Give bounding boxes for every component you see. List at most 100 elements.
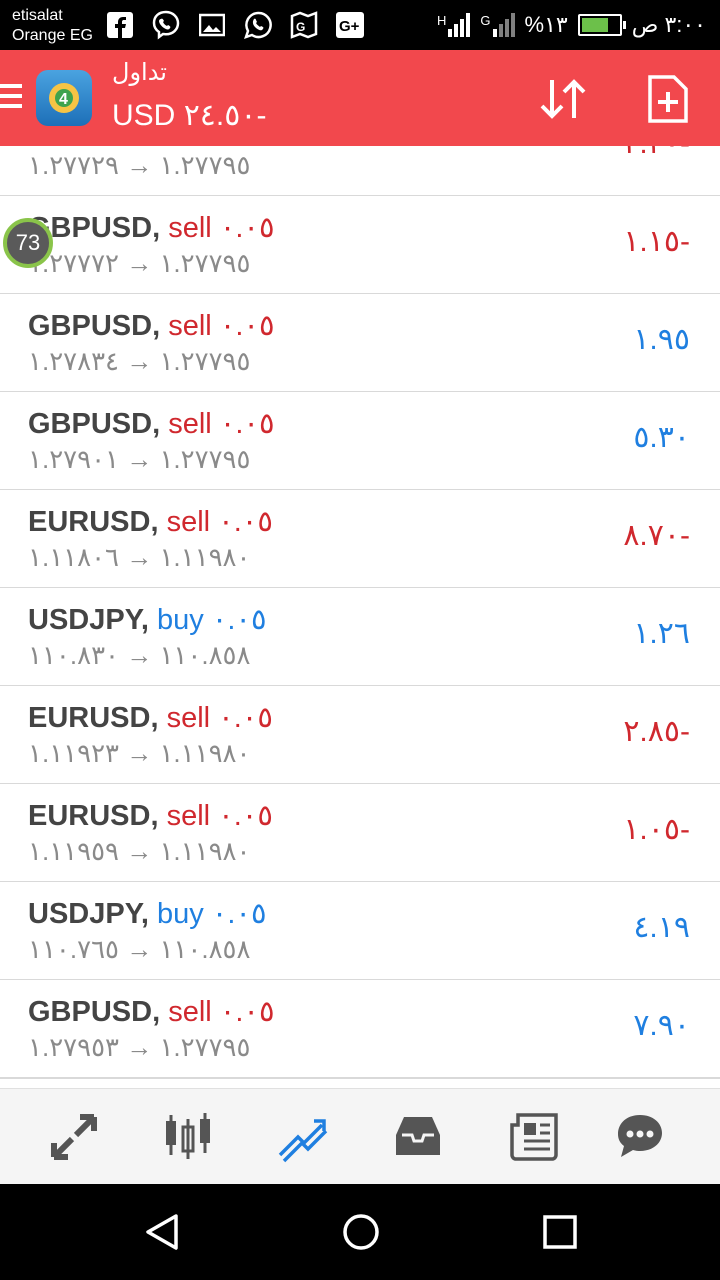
- trade-row[interactable]: EURUSD, sell ٠.٠٥ ١.١١٩٨٠ → ١.١١٩٥٩ ١.٠٥-: [0, 784, 720, 883]
- network-h-label: H: [437, 13, 447, 28]
- quotes-icon[interactable]: [46, 1109, 102, 1165]
- trade-profit: ١.٠٥-: [623, 813, 690, 846]
- trade-side: sell: [166, 800, 211, 832]
- trade-side: buy: [156, 898, 204, 930]
- page-title: تداول: [112, 59, 167, 86]
- trade-symbol: GBPUSD,: [28, 310, 161, 342]
- trade-volume: ٠.٠٥: [218, 702, 273, 734]
- home-icon[interactable]: [339, 1210, 383, 1254]
- google-plus-icon: G+: [334, 9, 366, 41]
- trade-symbol: EURUSD,: [28, 506, 159, 538]
- trade-row[interactable]: GBPUSD, sell ٠.٠٥ ١.٢٧٧٩٥ → ١.٢٧٩٠١ ٥.٣٠: [0, 392, 720, 491]
- maps-icon: G: [288, 9, 320, 41]
- trade-prices: ١١٠.٨٥٨ → ١١٠.٧٦٥: [28, 934, 251, 964]
- notification-icons: G G+: [104, 8, 366, 42]
- trade-profit: ٣.٣٠-: [623, 146, 690, 161]
- app-logo[interactable]: 4: [36, 70, 92, 126]
- recents-icon[interactable]: [538, 1210, 582, 1254]
- trade-profit: ٨.٧٠-: [623, 519, 690, 552]
- trade-prices: ١.٢٧٧٩٥ → ١.٢٧٧٧٢: [28, 248, 251, 278]
- trade-symbol-line: GBPUSD, sell ٠.٠٥: [28, 308, 275, 343]
- trade-symbol: EURUSD,: [28, 800, 159, 832]
- trade-side: sell: [168, 408, 212, 440]
- news-icon[interactable]: [506, 1109, 562, 1165]
- trade-symbol-line: USDJPY, buy ٠.٠٥: [28, 602, 267, 637]
- trade-volume: ٠.٠٥: [219, 996, 275, 1028]
- trade-prices: ١.١١٩٨٠ → ١.١١٨٠٦: [28, 542, 251, 572]
- trade-volume: ٠.٠٥: [218, 800, 273, 832]
- signal-g-icon: G: [480, 13, 515, 37]
- carrier-label: etisalat Orange EG: [12, 6, 93, 46]
- floating-badge[interactable]: 73: [3, 218, 53, 268]
- trade-side: sell: [168, 212, 212, 244]
- facebook-icon: [104, 9, 136, 41]
- trade-volume: ٠.٠٥: [219, 212, 275, 244]
- trade-profit: ٧.٩٠: [633, 1009, 690, 1042]
- trade-row[interactable]: GBPUSD, sell ٠.٠٥ ١.٢٧٧٩٥ → ١.٢٧٧٢٩ ٣.٣٠-: [0, 146, 720, 197]
- trade-profit: ١.٩٥: [633, 323, 690, 356]
- status-right: H G %١٣ ٣:٠٠ ص: [437, 8, 706, 42]
- trade-row[interactable]: GBPUSD, sell ٠.٠٥ ١.٢٧٧٩٥ → ١.٢٧٧٧٢ ١.١٥-: [0, 196, 720, 295]
- svg-text:G: G: [296, 20, 305, 34]
- trade-row[interactable]: USDJPY, buy ٠.٠٥ ١١٠.٨٥٨ → ١١٠.٧٦٥ ٤.١٩: [0, 882, 720, 981]
- trade-volume: ٠.٠٥: [211, 604, 267, 636]
- badge-value: 73: [15, 230, 41, 255]
- trade-side: sell: [168, 310, 212, 342]
- chat-icon[interactable]: [612, 1109, 668, 1165]
- system-nav: [0, 1184, 720, 1280]
- back-icon[interactable]: [140, 1210, 184, 1254]
- trade-profit: ١.٢٦: [633, 617, 690, 650]
- svg-text:4: 4: [59, 91, 68, 108]
- status-bar: etisalat Orange EG G G+ H G %١٣ ٣:٠٠ ص: [0, 0, 720, 50]
- trade-volume: ٠.٠٥: [218, 506, 273, 538]
- trade-volume: ٠.٠٥: [219, 310, 275, 342]
- trade-row[interactable]: USDJPY, buy ٠.٠٥ ١١٠.٨٥٨ → ١١٠.٨٣٠ ١.٢٦: [0, 588, 720, 687]
- trade-volume: ٠.٠٥: [211, 898, 267, 930]
- add-order-icon[interactable]: [646, 74, 690, 124]
- trade-symbol-line: GBPUSD, sell ٠.٠٥: [28, 994, 275, 1029]
- trade-prices: ١.١١٩٨٠ → ١.١١٩٢٣: [28, 738, 251, 768]
- app-header: 4 تداول USD ٢٤.٥٠-: [0, 50, 720, 146]
- trade-symbol-line: EURUSD, sell ٠.٠٥: [28, 798, 273, 833]
- history-icon[interactable]: [390, 1109, 446, 1165]
- trade-symbol-line: USDJPY, buy ٠.٠٥: [28, 896, 267, 931]
- signal-h-icon: H: [437, 13, 471, 37]
- bottom-nav: [0, 1088, 720, 1185]
- balance-label: USD ٢٤.٥٠-: [112, 99, 267, 132]
- trade-symbol-line: GBPUSD, sell ٠.٠٥: [28, 146, 275, 147]
- trade-symbol-line: GBPUSD, sell ٠.٠٥: [28, 210, 275, 245]
- trade-side: sell: [168, 996, 212, 1028]
- trade-row[interactable]: EURUSD, sell ٠.٠٥ ١.١١٩٨٠ → ١.١١٨٠٦ ٨.٧٠-: [0, 490, 720, 589]
- trade-row[interactable]: GBPUSD, sell ٠.٠٥ ١.٢٧٧٩٥ → ١.٢٧٩٥٣ ٧.٩٠: [0, 980, 720, 1079]
- trade-symbol-line: EURUSD, sell ٠.٠٥: [28, 504, 273, 539]
- trade-side: buy: [156, 604, 204, 636]
- trade-symbol: GBPUSD,: [28, 408, 161, 440]
- trade-symbol-line: EURUSD, sell ٠.٠٥: [28, 700, 273, 735]
- svg-text:G+: G+: [339, 18, 360, 35]
- trade-symbol: GBPUSD,: [28, 996, 161, 1028]
- trade-list[interactable]: GBPUSD, sell ٠.٠٥١.٢٧٧٩٥ → ١.٢٧٧٢٩٣.٣٠-G…: [0, 146, 720, 1088]
- viber-icon: [150, 9, 182, 41]
- chart-icon[interactable]: [160, 1109, 216, 1165]
- trade-prices: ١.١١٩٨٠ → ١.١١٩٥٩: [28, 836, 251, 866]
- trade-row[interactable]: GBPUSD, sell ٠.٠٥ ١.٢٧٧٩٥ → ١.٢٧٨٣٤ ١.٩٥: [0, 294, 720, 393]
- trade-side: sell: [166, 506, 211, 538]
- trade-profit: ٥.٣٠: [633, 421, 690, 454]
- gallery-icon: [196, 9, 228, 41]
- trade-volume: ٠.٠٥: [219, 408, 275, 440]
- trade-profit: ٤.١٩: [633, 911, 690, 944]
- trade-prices: ١١٠.٨٥٨ → ١١٠.٨٣٠: [28, 640, 251, 670]
- trade-prices: ١.٢٧٧٩٥ → ١.٢٧٩٠١: [28, 444, 251, 474]
- trade-icon[interactable]: [274, 1109, 330, 1165]
- trade-prices: ١.٢٧٧٩٥ → ١.٢٧٩٥٣: [28, 1032, 251, 1062]
- sort-icon[interactable]: [536, 74, 592, 124]
- trade-symbol: USDJPY,: [28, 604, 149, 636]
- whatsapp-icon: [242, 9, 274, 41]
- carrier-line1: etisalat: [12, 7, 63, 24]
- menu-icon[interactable]: [0, 84, 22, 112]
- battery-percent: %١٣: [524, 12, 568, 37]
- trade-profit: ٢.٨٥-: [623, 715, 690, 748]
- trade-row[interactable]: EURUSD, sell ٠.٠٥ ١.١١٩٨٠ → ١.١١٩٢٣ ٢.٨٥-: [0, 686, 720, 785]
- network-g-label: G: [480, 13, 491, 28]
- trade-symbol: USDJPY,: [28, 898, 149, 930]
